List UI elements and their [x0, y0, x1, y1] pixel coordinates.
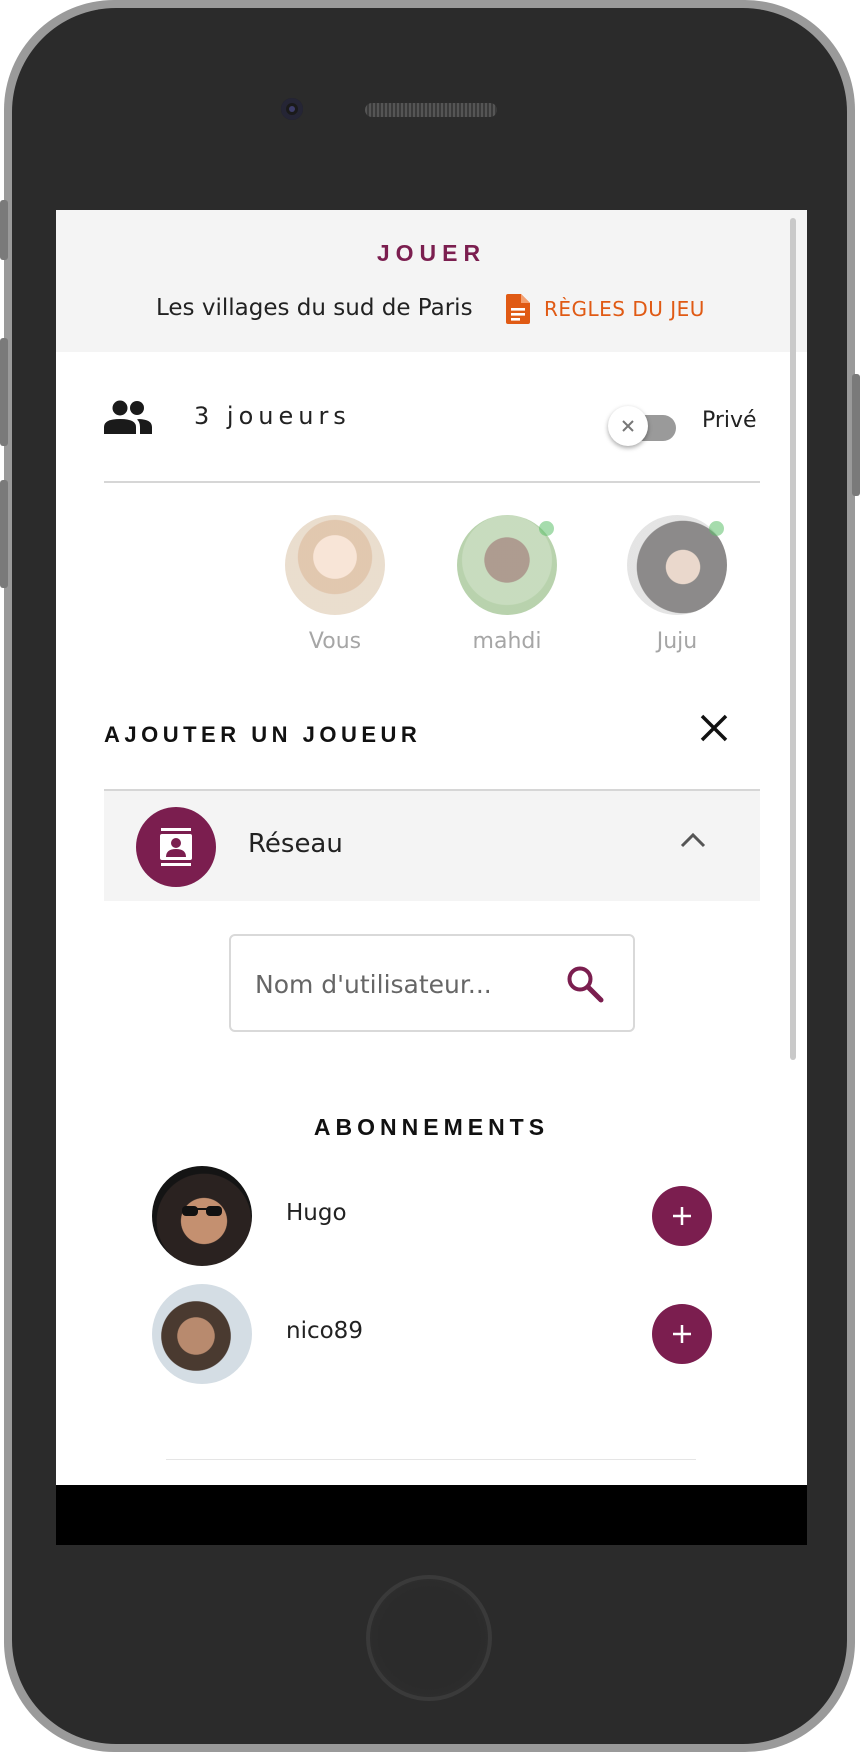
private-toggle[interactable] [608, 406, 678, 446]
subscription-name: nico89 [286, 1318, 363, 1344]
player-name: mahdi [472, 629, 542, 654]
online-indicator [539, 521, 554, 536]
game-subtitle: Les villages du sud de Paris [156, 295, 473, 321]
avatar [285, 515, 385, 615]
document-icon [506, 294, 530, 324]
add-player-title: AJOUTER UN JOUEUR [104, 722, 422, 747]
player-vous[interactable]: Vous [275, 515, 395, 654]
search-icon[interactable] [565, 964, 605, 1004]
plus-icon [673, 1325, 691, 1343]
rules-link[interactable]: RÈGLES DU JEU [506, 294, 705, 324]
earpiece-speaker [365, 103, 497, 117]
subscription-name: Hugo [286, 1200, 347, 1226]
chevron-up-icon [680, 832, 706, 848]
plus-icon [673, 1207, 691, 1225]
header: JOUER Les villages du sud de Paris RÈGLE… [56, 210, 807, 352]
close-icon[interactable] [696, 710, 732, 746]
mute-switch [0, 200, 8, 260]
add-nico89-button[interactable] [652, 1304, 712, 1364]
online-indicator [709, 521, 724, 536]
list-item: nico89 [152, 1284, 712, 1384]
sunglasses-icon [182, 1206, 222, 1216]
search-input[interactable] [253, 962, 557, 1006]
front-camera [281, 98, 303, 120]
private-label: Privé [702, 408, 757, 433]
avatar [152, 1166, 252, 1266]
toggle-knob [608, 406, 648, 446]
divider [166, 1459, 696, 1460]
contacts-icon [136, 807, 216, 887]
scrollbar[interactable] [790, 218, 796, 1060]
player-juju[interactable]: Juju [617, 515, 737, 654]
network-label: Réseau [248, 829, 343, 859]
subscriptions-title: ABONNEMENTS [313, 1114, 550, 1140]
search-field [229, 934, 635, 1032]
add-hugo-button[interactable] [652, 1186, 712, 1246]
volume-up-button [0, 338, 8, 446]
app-view: JOUER Les villages du sud de Paris RÈGLE… [56, 210, 807, 1485]
power-button [852, 374, 860, 496]
page-title: JOUER [376, 240, 487, 266]
group-icon [104, 400, 152, 434]
network-accordion[interactable]: Réseau [104, 789, 760, 901]
players-count: 3 joueurs [194, 402, 351, 430]
rules-label: RÈGLES DU JEU [544, 297, 705, 321]
close-icon [622, 420, 634, 432]
player-name: Juju [656, 629, 698, 654]
screen: JOUER Les villages du sud de Paris RÈGLE… [56, 210, 807, 1545]
home-button[interactable] [366, 1575, 492, 1701]
player-mahdi[interactable]: mahdi [447, 515, 567, 654]
volume-down-button [0, 480, 8, 588]
divider [104, 481, 760, 483]
player-name: Vous [308, 629, 362, 654]
list-item: Hugo [152, 1166, 712, 1266]
avatar [152, 1284, 252, 1384]
